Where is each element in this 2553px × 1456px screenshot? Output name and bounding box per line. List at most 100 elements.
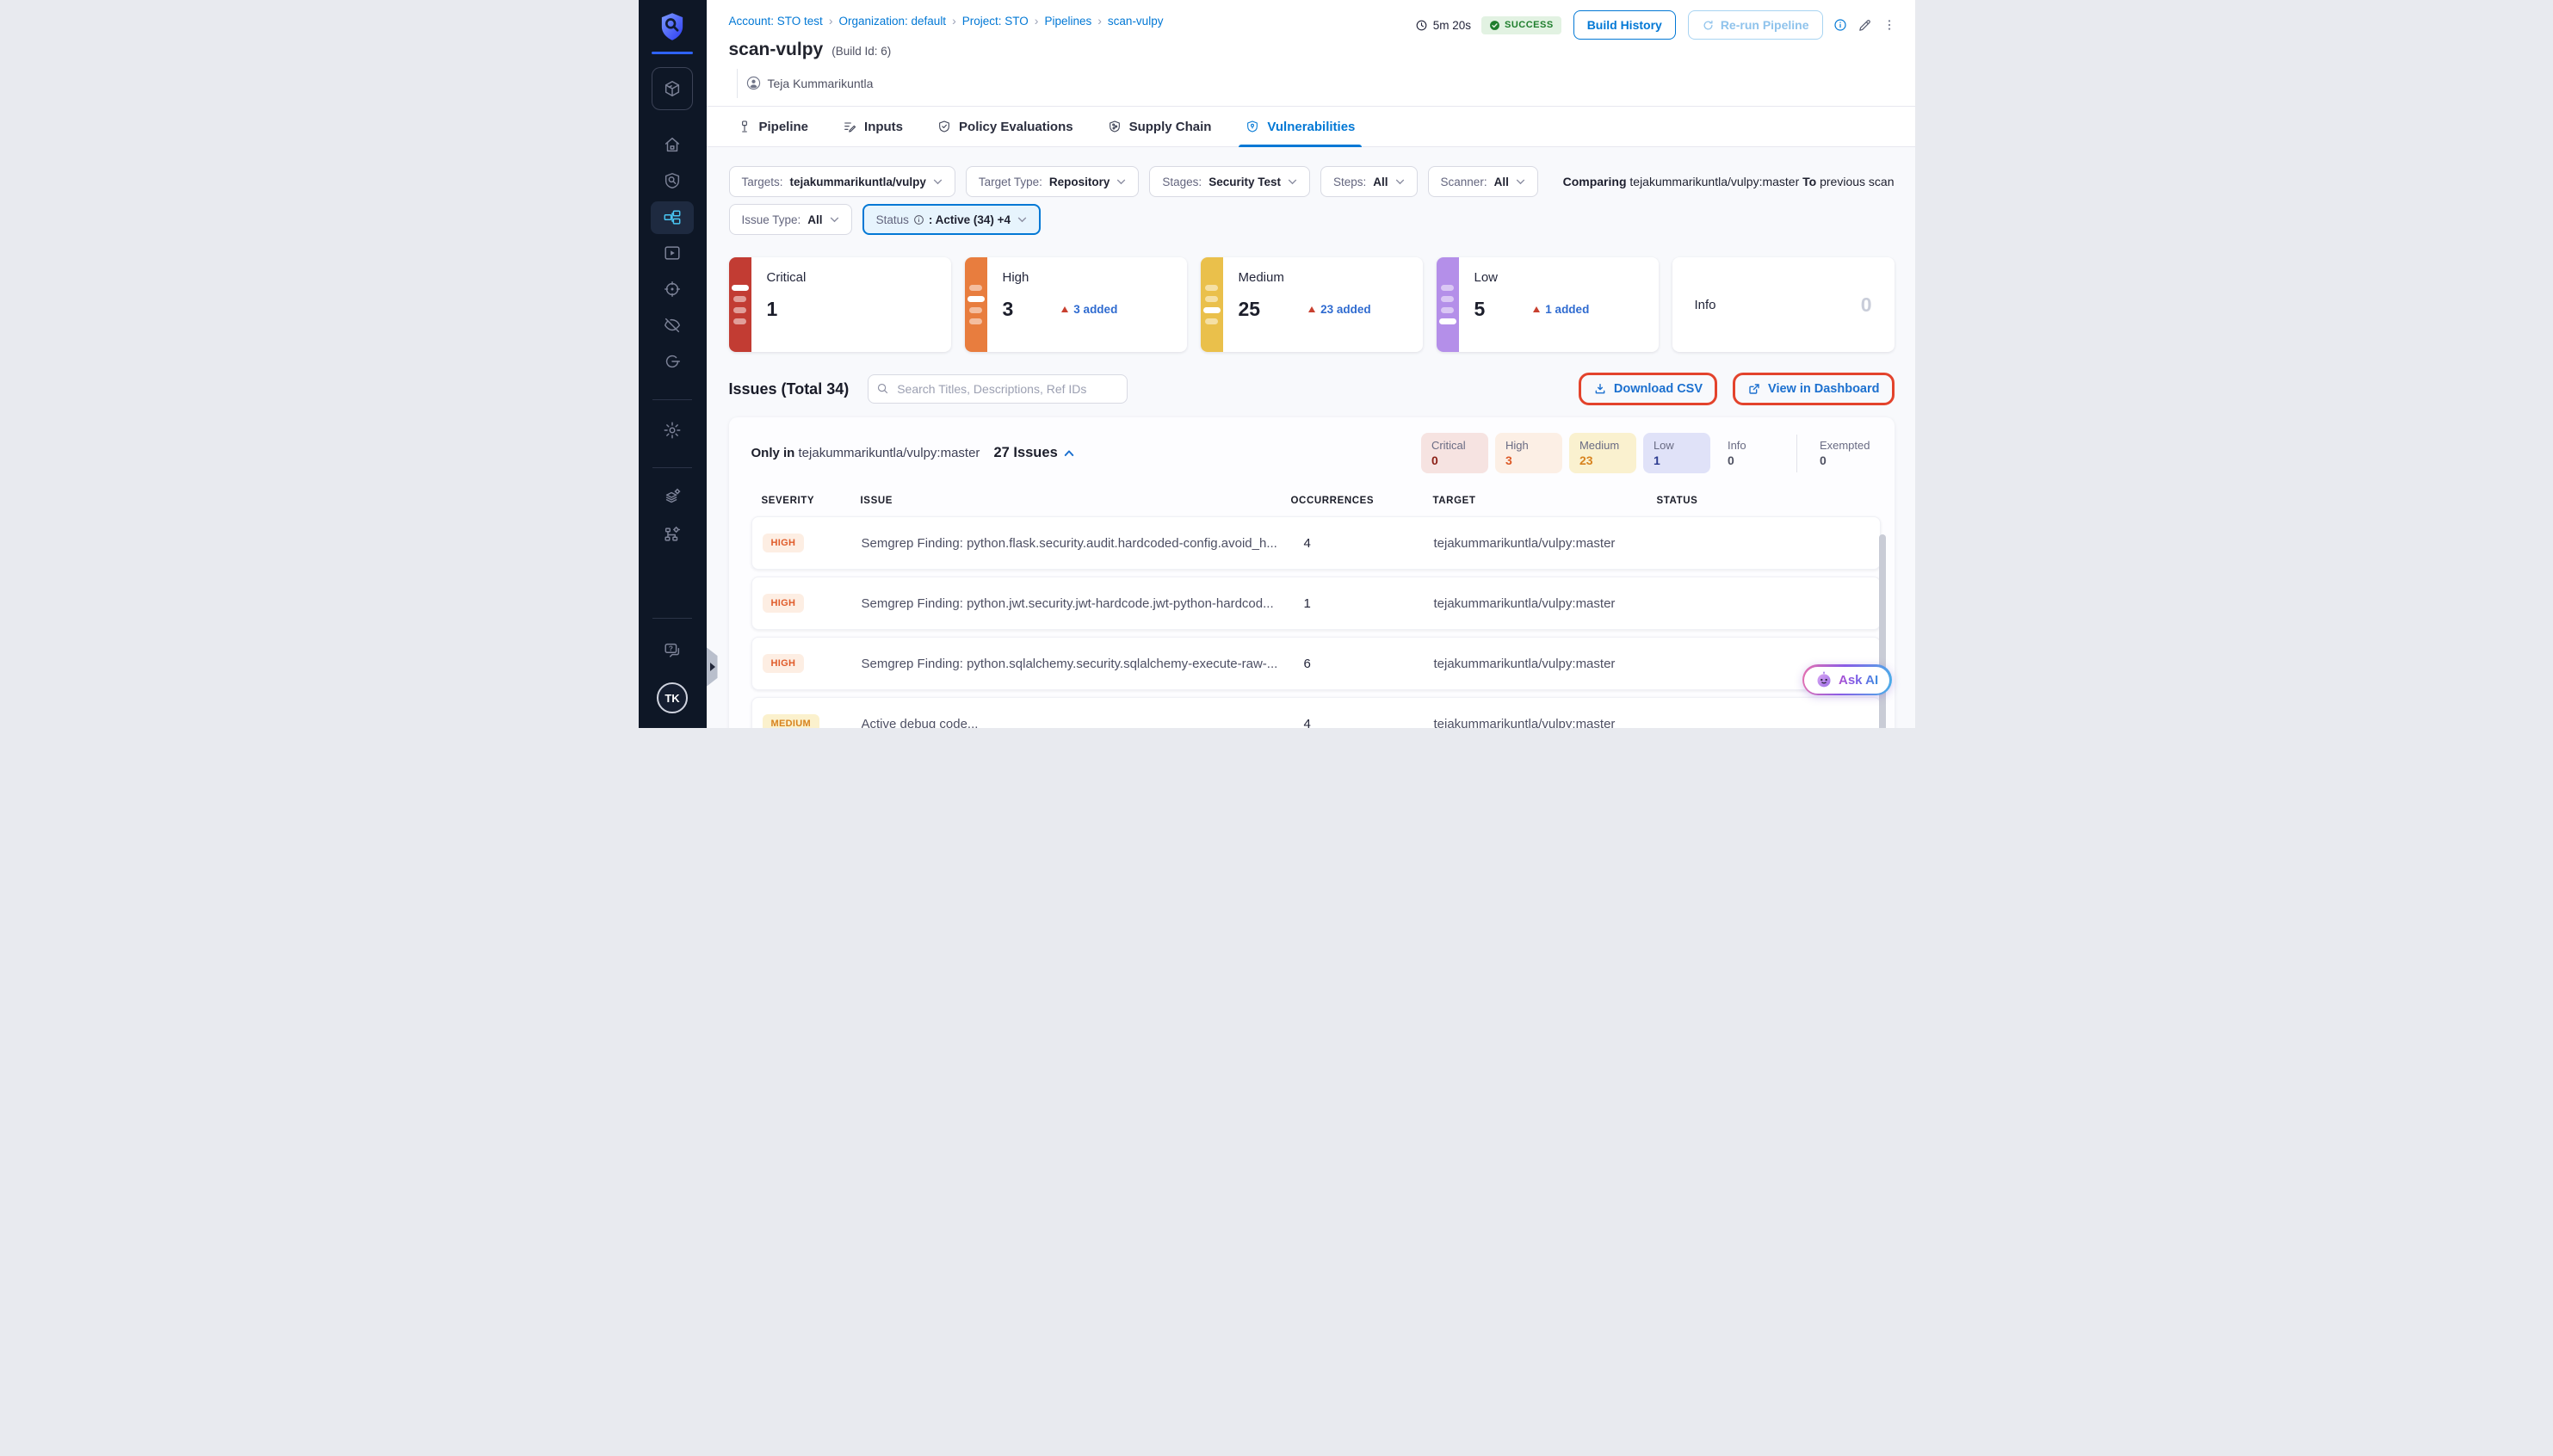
rerun-info-icon[interactable] xyxy=(1833,18,1847,32)
download-csv-button[interactable]: Download CSV xyxy=(1593,382,1703,396)
sidebar-item-org-resources[interactable] xyxy=(663,525,682,544)
shield-lock-icon xyxy=(1246,120,1259,133)
gear-icon xyxy=(663,421,682,440)
rerun-pipeline-button[interactable]: Re-run Pipeline xyxy=(1688,10,1823,40)
sidebar-item-pipelines-active[interactable] xyxy=(651,201,694,234)
sidebar-item-executions[interactable] xyxy=(663,244,682,262)
tab-pipeline[interactable]: Pipeline xyxy=(738,107,809,146)
issues-table-header: SEVERITY ISSUE OCCURRENCES TARGET STATUS xyxy=(751,496,1881,506)
harness-sto-logo[interactable] xyxy=(659,12,685,41)
chip-critical[interactable]: Critical0 xyxy=(1421,433,1488,473)
check-circle-icon xyxy=(1489,20,1500,31)
chip-high[interactable]: High3 xyxy=(1495,433,1562,473)
user-avatar[interactable]: TK xyxy=(657,682,688,713)
issues-total-title: Issues (Total 34) xyxy=(729,380,850,398)
sidebar-item-overview[interactable] xyxy=(663,171,682,190)
logo-accent-divider xyxy=(652,52,693,54)
table-scrollbar[interactable] xyxy=(1879,534,1886,728)
tab-policy-evaluations[interactable]: Policy Evaluations xyxy=(937,107,1073,146)
chip-medium[interactable]: Medium23 xyxy=(1569,433,1636,473)
executions-play-icon xyxy=(663,244,682,262)
tab-inputs[interactable]: Inputs xyxy=(843,107,903,146)
severity-card-info[interactable]: Info 0 xyxy=(1672,257,1895,352)
filter-steps[interactable]: Steps:All xyxy=(1320,166,1418,197)
chip-exempted[interactable]: Exempted0 xyxy=(1809,433,1881,473)
sidebar-item-exemptions[interactable] xyxy=(663,352,682,371)
added-delta: 23 added xyxy=(1308,303,1371,316)
target: tejakummarikuntla/vulpy:master xyxy=(1434,596,1658,611)
expand-arrow-icon xyxy=(710,663,715,671)
inputs-edit-icon xyxy=(843,120,856,133)
severity-card-critical[interactable]: Critical 1 xyxy=(729,257,951,352)
chevron-down-icon xyxy=(1017,217,1027,223)
tab-supply-chain[interactable]: Supply Chain xyxy=(1108,107,1212,146)
ask-ai-button[interactable]: Ask AI xyxy=(1802,664,1892,695)
chip-info[interactable]: Info0 xyxy=(1717,433,1784,473)
breadcrumb-pipelines[interactable]: Pipelines xyxy=(1044,15,1091,28)
tab-vulnerabilities[interactable]: Vulnerabilities xyxy=(1246,107,1355,146)
view-in-dashboard-annotation-box[interactable]: View in Dashboard xyxy=(1733,373,1894,405)
issue-row[interactable]: HIGH Semgrep Finding: python.sqlalchemy.… xyxy=(751,637,1881,690)
eye-off-icon xyxy=(663,316,682,335)
sidebar-item-baselines[interactable] xyxy=(663,316,682,335)
severity-badge: HIGH xyxy=(763,534,805,552)
filter-targets[interactable]: Targets:tejakummarikuntla/vulpy xyxy=(729,166,955,197)
issues-search xyxy=(868,374,1128,404)
sidebar-module-selector[interactable] xyxy=(652,67,693,110)
build-history-button[interactable]: Build History xyxy=(1573,10,1676,40)
sidebar-item-settings[interactable] xyxy=(663,421,682,440)
filter-status[interactable]: Status : Active (34) +4 xyxy=(862,204,1041,235)
breadcrumb-separator: › xyxy=(829,14,833,28)
edit-pipeline-icon[interactable] xyxy=(1858,18,1872,33)
occurrences: 6 xyxy=(1292,657,1434,671)
severity-cards: Critical 1 High 3 3 added xyxy=(729,257,1895,352)
issue-count-toggle[interactable]: 27 Issues xyxy=(993,445,1073,461)
sidebar-item-home[interactable] xyxy=(663,135,682,154)
issue-row[interactable]: HIGH Semgrep Finding: python.jwt.securit… xyxy=(751,577,1881,630)
filter-row-2: Issue Type:All Status : Active (34) +4 xyxy=(729,204,1895,235)
more-options-icon[interactable] xyxy=(1882,18,1896,32)
issue-title: Active debug code... xyxy=(862,717,1292,729)
info-circle-icon xyxy=(913,214,924,225)
issue-row[interactable]: MEDIUM Active debug code... 4 tejakummar… xyxy=(751,697,1881,728)
left-nav-sidebar: ? TK xyxy=(639,0,707,728)
breadcrumb-org[interactable]: Organization: default xyxy=(838,15,946,28)
added-delta: 1 added xyxy=(1533,303,1589,316)
download-icon xyxy=(1593,382,1607,396)
chip-low[interactable]: Low1 xyxy=(1643,433,1710,473)
shield-search-logo-icon xyxy=(659,12,685,41)
issue-title: Semgrep Finding: python.flask.security.a… xyxy=(862,536,1292,551)
filter-target-type[interactable]: Target Type:Repository xyxy=(966,166,1140,197)
pipeline-pin-icon xyxy=(738,120,751,133)
chevron-down-icon xyxy=(1116,179,1126,185)
breadcrumb-current[interactable]: scan-vulpy xyxy=(1108,15,1164,28)
sidebar-item-project-resources[interactable] xyxy=(663,488,682,507)
sidebar-item-help[interactable]: ? xyxy=(663,641,682,660)
filter-issue-type[interactable]: Issue Type:All xyxy=(729,204,852,235)
severity-card-low[interactable]: Low 5 1 added xyxy=(1437,257,1659,352)
breadcrumb-separator: › xyxy=(952,14,956,28)
clock-icon xyxy=(1415,19,1428,32)
module-cube-icon xyxy=(663,79,682,98)
help-chat-icon: ? xyxy=(663,641,682,660)
page-header: Account: STO test › Organization: defaul… xyxy=(707,0,1915,107)
severity-card-high[interactable]: High 3 3 added xyxy=(965,257,1187,352)
search-input[interactable] xyxy=(868,374,1128,404)
breadcrumb-project[interactable]: Project: STO xyxy=(962,15,1029,28)
status-badge: SUCCESS xyxy=(1481,16,1561,34)
filter-scanner[interactable]: Scanner:All xyxy=(1428,166,1538,197)
download-csv-annotation-box[interactable]: Download CSV xyxy=(1579,373,1717,405)
ai-mascot-icon xyxy=(1815,671,1833,688)
severity-meter xyxy=(965,257,987,352)
vulnerabilities-content: Targets:tejakummarikuntla/vulpy Target T… xyxy=(707,166,1915,728)
sidebar-item-targets[interactable] xyxy=(663,280,682,299)
severity-card-medium[interactable]: Medium 25 23 added xyxy=(1201,257,1423,352)
breadcrumb-account[interactable]: Account: STO test xyxy=(729,15,823,28)
user-icon xyxy=(746,76,761,90)
chip-divider xyxy=(1796,435,1797,472)
occurrences: 4 xyxy=(1292,536,1434,551)
view-in-dashboard-button[interactable]: View in Dashboard xyxy=(1747,382,1879,396)
issue-row[interactable]: HIGH Semgrep Finding: python.flask.secur… xyxy=(751,516,1881,570)
filter-stages[interactable]: Stages:Security Test xyxy=(1149,166,1310,197)
build-tabs: Pipeline Inputs Policy Evaluations Suppl… xyxy=(707,107,1915,147)
